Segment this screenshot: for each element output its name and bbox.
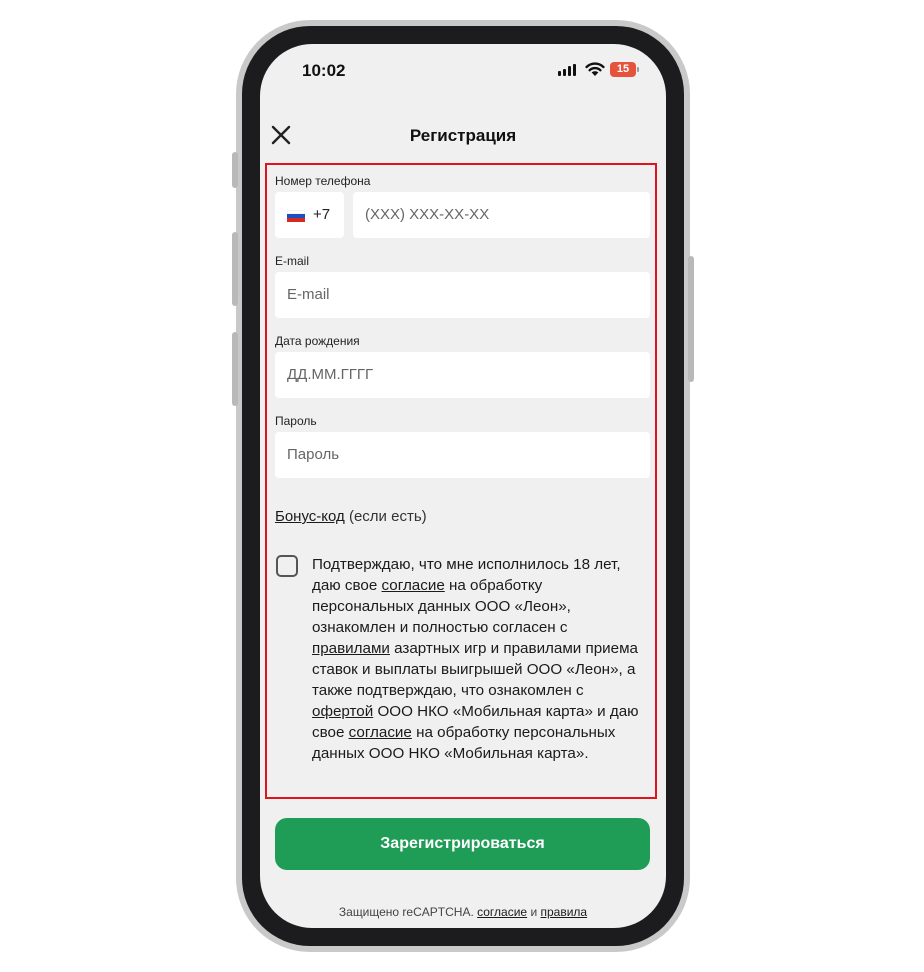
consent-link-agreement-2[interactable]: согласие	[349, 724, 412, 741]
recaptcha-text: Защищено reCAPTCHA.	[338, 905, 478, 919]
register-button[interactable]: Зарегистрироваться	[275, 818, 650, 870]
consent-link-agreement[interactable]: согласие	[382, 577, 445, 594]
app-screen: 10:02 15 Регистрация Номер телефона +7 (…	[260, 44, 666, 928]
status-bar: 10:02 15	[260, 44, 666, 96]
phone-volume-up-button	[232, 232, 238, 306]
phone-label: Номер телефона	[275, 174, 371, 188]
birthdate-input[interactable]: ДД.ММ.ГГГГ	[275, 352, 650, 398]
bonus-code-row: Бонус-код (если есть)	[275, 508, 427, 525]
recaptcha-agreement-link[interactable]: согласие	[477, 905, 527, 919]
battery-icon: 15	[610, 62, 636, 77]
bonus-code-hint: (если есть)	[348, 508, 427, 525]
consent-text: Подтверждаю, что мне исполнилось 18 лет,…	[312, 554, 640, 764]
phone-action-button	[232, 152, 238, 188]
phone-frame: 10:02 15 Регистрация Номер телефона +7 (…	[232, 20, 694, 952]
status-time: 10:02	[302, 61, 346, 80]
country-code: +7	[313, 206, 331, 223]
password-label: Пароль	[275, 414, 317, 428]
page-title: Регистрация	[409, 126, 517, 145]
email-placeholder: E-mail	[287, 286, 330, 303]
password-placeholder: Пароль	[287, 446, 340, 463]
consent-checkbox[interactable]	[276, 555, 298, 577]
bonus-code-link[interactable]: Бонус-код	[275, 508, 345, 525]
phone-input[interactable]: (XXX) XXX-XX-XX	[353, 192, 650, 238]
recaptcha-notice: Защищено reCAPTCHA. согласие и правила	[260, 905, 666, 919]
phone-placeholder: (XXX) XXX-XX-XX	[365, 206, 490, 223]
email-label: E-mail	[275, 254, 310, 268]
recaptcha-rules-link[interactable]: правила	[540, 905, 587, 919]
consent-link-offer[interactable]: офертой	[312, 703, 373, 720]
phone-volume-down-button	[232, 332, 238, 406]
birthdate-label: Дата рождения	[275, 334, 360, 348]
wifi-icon	[585, 62, 605, 76]
signal-icon	[558, 64, 576, 76]
country-code-selector[interactable]: +7	[275, 192, 344, 238]
recaptcha-and: и	[527, 905, 541, 919]
email-input[interactable]: E-mail	[275, 272, 650, 318]
consent-link-rules[interactable]: правилами	[312, 640, 390, 657]
password-input[interactable]: Пароль	[275, 432, 650, 478]
battery-tip	[637, 67, 639, 72]
birthdate-placeholder: ДД.ММ.ГГГГ	[287, 366, 374, 383]
phone-power-button	[688, 256, 694, 382]
russia-flag-icon	[287, 210, 305, 222]
